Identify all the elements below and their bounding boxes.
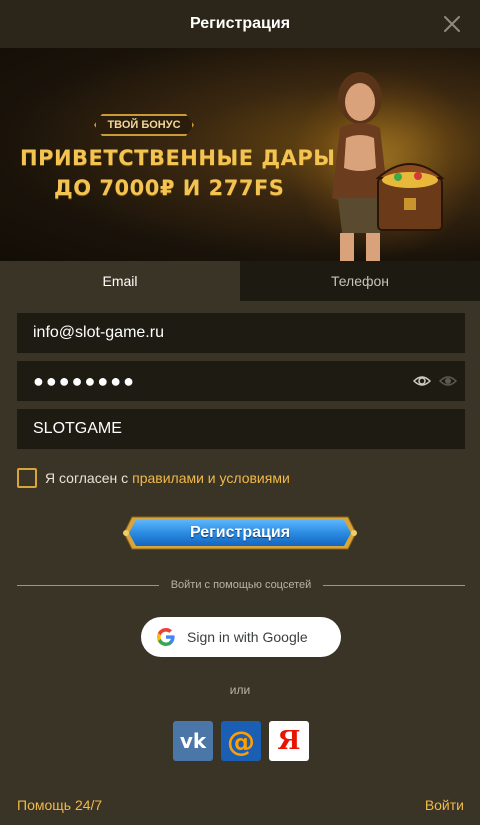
google-signin-button[interactable]: Sign in with Google bbox=[141, 617, 341, 657]
terms-link[interactable]: правилами и условиями bbox=[132, 470, 290, 486]
auth-tabs: Email Телефон bbox=[0, 261, 480, 301]
divider-line-right bbox=[323, 584, 465, 586]
register-button-label: Регистрация bbox=[189, 524, 291, 541]
bonus-tag: ТВОЙ БОНУС bbox=[94, 114, 194, 136]
vk-login-button[interactable]: vk bbox=[173, 721, 213, 761]
modal-title: Регистрация bbox=[189, 15, 291, 32]
yandex-icon: Я bbox=[277, 726, 301, 756]
bonus-headline: ПРИВЕТСТВЕННЫЕ ДАРЫ bbox=[20, 146, 336, 170]
hero-illustration bbox=[332, 72, 445, 261]
or-separator: или bbox=[229, 683, 251, 697]
modal-header: Регистрация bbox=[0, 0, 480, 48]
terms-checkbox[interactable] bbox=[17, 468, 37, 488]
social-login-heading: Войти с помощью соцсетей bbox=[170, 579, 312, 591]
register-button[interactable]: Регистрация bbox=[120, 513, 360, 553]
terms-text: Я согласен с bbox=[45, 470, 129, 486]
divider-line-left bbox=[17, 584, 159, 586]
password-value: ●●●●●●●● bbox=[33, 370, 136, 391]
close-icon[interactable] bbox=[440, 12, 464, 36]
yandex-login-button[interactable]: Я bbox=[269, 721, 309, 761]
google-icon bbox=[157, 628, 175, 646]
promo-code-field[interactable]: SLOTGAME bbox=[17, 409, 465, 449]
mailru-login-button[interactable]: @ bbox=[221, 721, 261, 761]
password-field[interactable]: ●●●●●●●● bbox=[17, 361, 465, 401]
social-divider: Войти с помощью соцсетей bbox=[17, 577, 465, 593]
vk-icon: vk bbox=[179, 729, 207, 753]
tab-phone[interactable]: Телефон bbox=[240, 261, 480, 301]
tab-email[interactable]: Email bbox=[0, 261, 240, 301]
help-link[interactable]: Помощь 24/7 bbox=[17, 797, 102, 813]
show-password-icon[interactable] bbox=[413, 373, 431, 389]
hide-password-icon[interactable] bbox=[439, 373, 457, 389]
login-link[interactable]: Войти bbox=[425, 797, 464, 813]
mailru-icon: @ bbox=[227, 724, 255, 758]
email-field[interactable]: info@slot-game.ru bbox=[17, 313, 465, 353]
terms-agreement: Я согласен с правилами и условиями bbox=[17, 467, 290, 489]
promo-banner: ТВОЙ БОНУС ПРИВЕТСТВЕННЫЕ ДАРЫ ДО 7000₽ … bbox=[0, 48, 480, 261]
google-signin-label: Sign in with Google bbox=[187, 629, 308, 645]
bonus-amount: ДО 7000₽ И 277FS bbox=[54, 176, 285, 200]
registration-form: info@slot-game.ru ●●●●●●●● SLOTGAME Я со… bbox=[0, 301, 480, 825]
